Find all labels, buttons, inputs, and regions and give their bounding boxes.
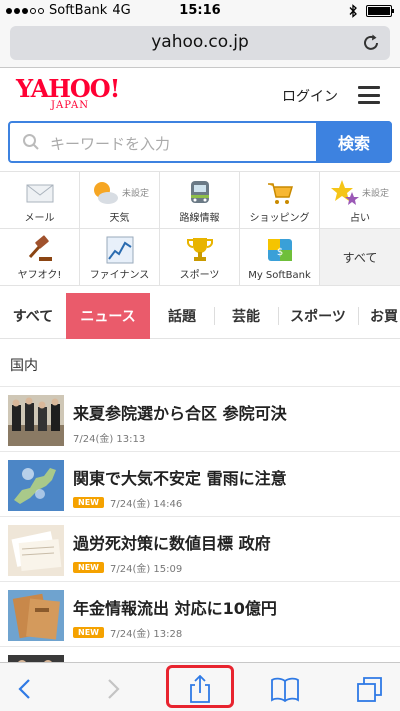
battery-icon	[366, 5, 394, 17]
news-meta: NEW 7/24(金) 15:09	[73, 560, 182, 575]
new-badge: NEW	[73, 497, 104, 508]
service-label: 占い	[350, 213, 370, 224]
tab-sports[interactable]: スポーツ	[278, 293, 358, 339]
service-label: すべて	[342, 251, 378, 265]
news-tabs: すべて ニュース 話題 芸能 スポーツ お買	[0, 293, 400, 339]
softbank-icon: $	[268, 239, 292, 261]
news-item[interactable]: 過労死対策に数値目標 政府 NEW 7/24(金) 15:09	[0, 516, 400, 581]
tab-entertainment[interactable]: 芸能	[214, 293, 278, 339]
service-auction[interactable]: ヤフオク!	[0, 229, 80, 286]
service-weather[interactable]: 未設定 天気	[80, 172, 160, 229]
clock: 15:16	[179, 3, 221, 18]
tab-shopping[interactable]: お買	[358, 293, 400, 339]
back-icon[interactable]	[10, 675, 40, 703]
service-label: My SoftBank	[248, 270, 311, 281]
bluetooth-icon	[349, 4, 357, 18]
service-mail[interactable]: メール	[0, 172, 80, 229]
service-label: スポーツ	[179, 270, 220, 281]
trophy-icon	[187, 238, 213, 261]
news-thumbnail	[8, 460, 64, 511]
service-note: 未設定	[362, 189, 390, 199]
service-note: 未設定	[122, 189, 150, 199]
service-grid: メール 未設定 天気 路線情報 ショッピング 未設定 占い ヤフオク! ファイナ…	[0, 171, 400, 286]
train-icon	[191, 181, 209, 203]
search-button[interactable]: 検索	[316, 121, 392, 163]
news-date: 7/24(金) 14:46	[109, 499, 183, 510]
news-thumbnail	[8, 590, 64, 641]
service-label: メール	[24, 213, 55, 224]
tabs-icon[interactable]	[355, 675, 385, 703]
search-placeholder: キーワードを入力	[50, 135, 171, 153]
status-right	[349, 4, 394, 18]
login-link[interactable]: ログイン	[282, 86, 338, 106]
service-label: 路線情報	[179, 213, 220, 224]
news-item[interactable]: 来夏参院選から合区 参院可決 7/24(金) 13:13	[0, 386, 400, 451]
news-thumbnail	[8, 395, 64, 446]
share-button-highlight	[166, 665, 234, 708]
service-finance[interactable]: ファイナンス	[80, 229, 160, 286]
news-item[interactable]: 関東で大気不安定 雷雨に注意 NEW 7/24(金) 14:46	[0, 451, 400, 516]
search-icon	[23, 134, 39, 150]
gavel-icon	[28, 235, 52, 261]
status-bar: SoftBank 4G 15:16	[0, 0, 400, 22]
news-thumbnail	[8, 525, 64, 576]
forward-icon[interactable]	[98, 675, 128, 703]
cart-icon	[268, 183, 294, 204]
tab-topics[interactable]: 話題	[150, 293, 214, 339]
new-badge: NEW	[73, 562, 104, 573]
news-meta: NEW 7/24(金) 13:28	[73, 625, 182, 640]
new-badge: NEW	[73, 627, 104, 638]
news-date: 7/24(金) 13:13	[73, 434, 146, 445]
news-headline: 関東で大気不安定 雷雨に注意	[73, 469, 287, 488]
url-text: yahoo.co.jp	[151, 32, 249, 52]
service-label: ショッピング	[249, 213, 310, 224]
news-meta: 7/24(金) 13:13	[73, 430, 145, 445]
service-all[interactable]: すべて	[320, 229, 400, 286]
star-icon	[331, 180, 359, 205]
tab-news[interactable]: ニュース	[66, 293, 150, 339]
reload-icon[interactable]	[360, 32, 382, 54]
menu-icon[interactable]	[358, 86, 380, 104]
mail-icon	[26, 184, 54, 203]
logo-main-text: YAHOO!	[16, 74, 120, 103]
chart-icon	[106, 236, 134, 264]
service-mysoftbank[interactable]: $ My SoftBank	[240, 229, 320, 286]
news-date: 7/24(金) 15:09	[109, 564, 183, 575]
weather-icon	[94, 182, 118, 204]
news-item[interactable]: 年金情報流出 対応に10億円 NEW 7/24(金) 13:28	[0, 581, 400, 646]
browser-address-area: yahoo.co.jp	[0, 22, 400, 68]
news-headline: 年金情報流出 対応に10億円	[73, 599, 277, 618]
service-label: ヤフオク!	[17, 270, 62, 281]
bookmarks-icon[interactable]	[270, 675, 300, 703]
address-bar[interactable]: yahoo.co.jp	[10, 26, 390, 60]
service-label: 天気	[109, 213, 130, 224]
site-header: YAHOO! JAPAN ログイン	[0, 68, 400, 120]
news-headline: 来夏参院選から合区 参院可決	[73, 404, 287, 423]
service-shopping[interactable]: ショッピング	[240, 172, 320, 229]
service-label: ファイナンス	[89, 270, 150, 281]
svg-text:$: $	[277, 247, 283, 258]
service-train[interactable]: 路線情報	[160, 172, 240, 229]
yahoo-logo[interactable]: YAHOO! JAPAN	[16, 74, 120, 112]
tab-all[interactable]: すべて	[0, 293, 66, 339]
news-date: 7/24(金) 13:28	[109, 629, 183, 640]
section-title: 国内	[10, 358, 38, 374]
news-headline: 過労死対策に数値目標 政府	[73, 534, 271, 553]
news-meta: NEW 7/24(金) 14:46	[73, 495, 182, 510]
service-sports[interactable]: スポーツ	[160, 229, 240, 286]
service-fortune[interactable]: 未設定 占い	[320, 172, 400, 229]
